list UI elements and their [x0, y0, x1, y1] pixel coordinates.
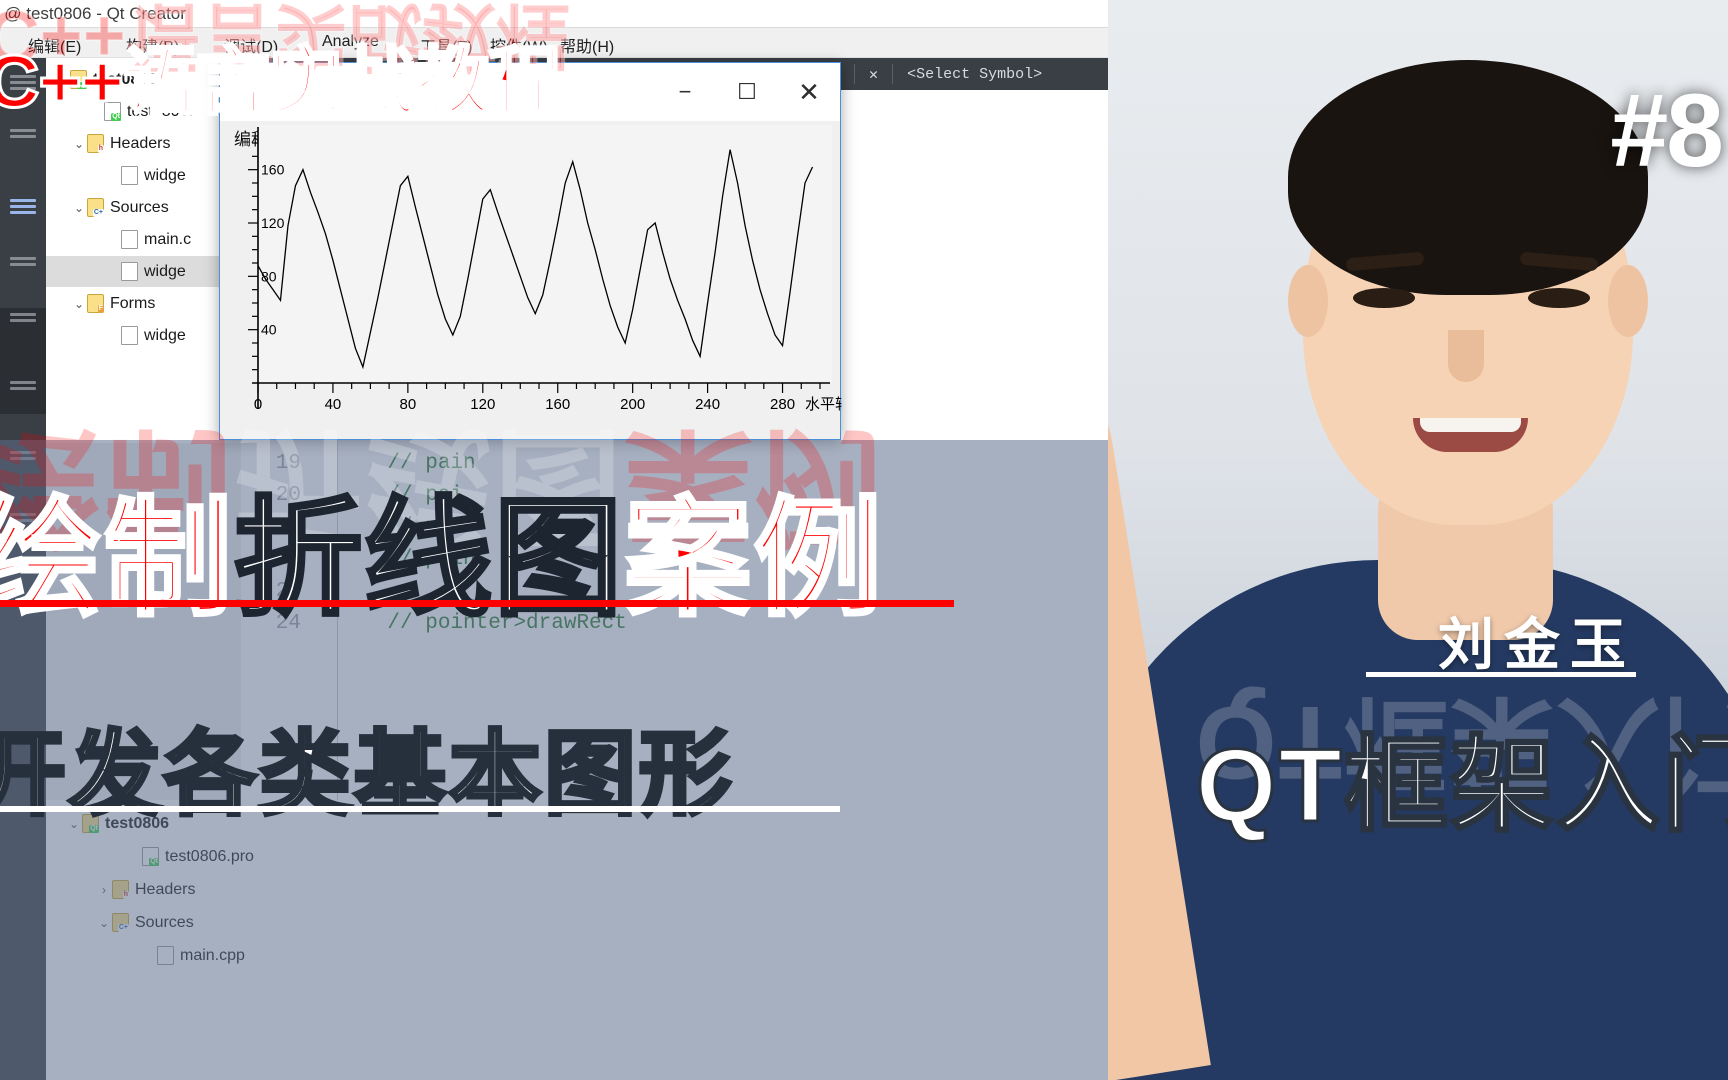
- forms-folder-icon: F: [87, 294, 104, 313]
- main-title-part-3: 案例: [622, 486, 885, 633]
- debug-icon[interactable]: [6, 254, 40, 280]
- tree-item-sources[interactable]: ⌄C+ Sources: [46, 192, 241, 223]
- toolbar-divider: [854, 64, 856, 84]
- chart-canvas: 编程创造城市网站点击量 4080120160040801201602002402…: [220, 121, 842, 439]
- main-title-part-2: 折线图: [232, 486, 625, 633]
- tree-item-label: Headers: [110, 134, 171, 152]
- maximize-icon[interactable]: ☐: [716, 63, 778, 121]
- presenter-name: 刘金玉: [1438, 613, 1636, 676]
- tree-item-widge[interactable]: widge: [46, 256, 241, 287]
- symbol-selector[interactable]: <Select Symbol>: [907, 66, 1042, 83]
- y-tick-label: 120: [261, 215, 285, 231]
- tree-item-label: Sources: [110, 198, 169, 216]
- minimize-icon[interactable]: −: [654, 63, 716, 121]
- ui-file-icon: [121, 326, 138, 345]
- headers-folder-icon: h: [87, 134, 104, 153]
- tree-item-label: widge: [144, 326, 186, 344]
- subtitle-underline: [0, 806, 840, 812]
- sources-folder-icon: C+: [87, 198, 104, 217]
- tree-item-forms[interactable]: ⌄ F Forms: [46, 288, 241, 319]
- line-chart: 408012016004080120160200240280水平轴: [248, 125, 842, 413]
- cpp-file-icon: [121, 230, 138, 249]
- tree-item-label: main.c: [144, 230, 192, 248]
- y-tick-label: 160: [261, 162, 285, 178]
- tree-item-mainc[interactable]: main.c: [46, 224, 241, 255]
- projects-icon[interactable]: [6, 310, 40, 336]
- design-icon[interactable]: [6, 196, 40, 222]
- close-icon[interactable]: ✕: [869, 65, 878, 84]
- twisty-icon[interactable]: ⌄: [71, 137, 87, 151]
- twisty-icon[interactable]: ⌄: [71, 201, 87, 215]
- episode-badge: #8: [1610, 73, 1724, 189]
- thumbnail-root: lget.cpp @ test0806 - Qt Creator 编辑(E) 构…: [0, 0, 1728, 1080]
- main-title-underline: [0, 600, 954, 607]
- tree-item-label: Forms: [110, 294, 156, 312]
- twisty-icon[interactable]: ⌄: [71, 297, 87, 311]
- series-title: QT框架入门: [1194, 727, 1728, 846]
- help-icon[interactable]: [6, 378, 40, 404]
- chart-window-buttons: − ☐ ✕: [654, 63, 840, 121]
- plot-area: [258, 125, 832, 383]
- edit-icon[interactable]: [6, 126, 40, 152]
- toolbar-divider-2: [892, 64, 894, 84]
- main-title-part-1: 绘制: [0, 486, 235, 633]
- top-banner-text: C++语言实战教程: [0, 39, 563, 125]
- y-tick-label: 40: [261, 322, 277, 338]
- tree-item-widge[interactable]: widge: [46, 160, 241, 191]
- main-title-text: 绘制折线图案例: [0, 455, 884, 640]
- cpp-file-icon: [121, 262, 138, 281]
- tree-item-widge[interactable]: widge: [46, 320, 241, 351]
- header-file-icon: [121, 166, 138, 185]
- subtitle-text: 开发各类基本图形: [0, 722, 735, 828]
- tree-item-headers[interactable]: ⌄ h Headers: [46, 128, 241, 159]
- tree-item-label: widge: [144, 166, 186, 184]
- tree-item-label: widge: [144, 262, 186, 280]
- close-icon[interactable]: ✕: [778, 63, 840, 121]
